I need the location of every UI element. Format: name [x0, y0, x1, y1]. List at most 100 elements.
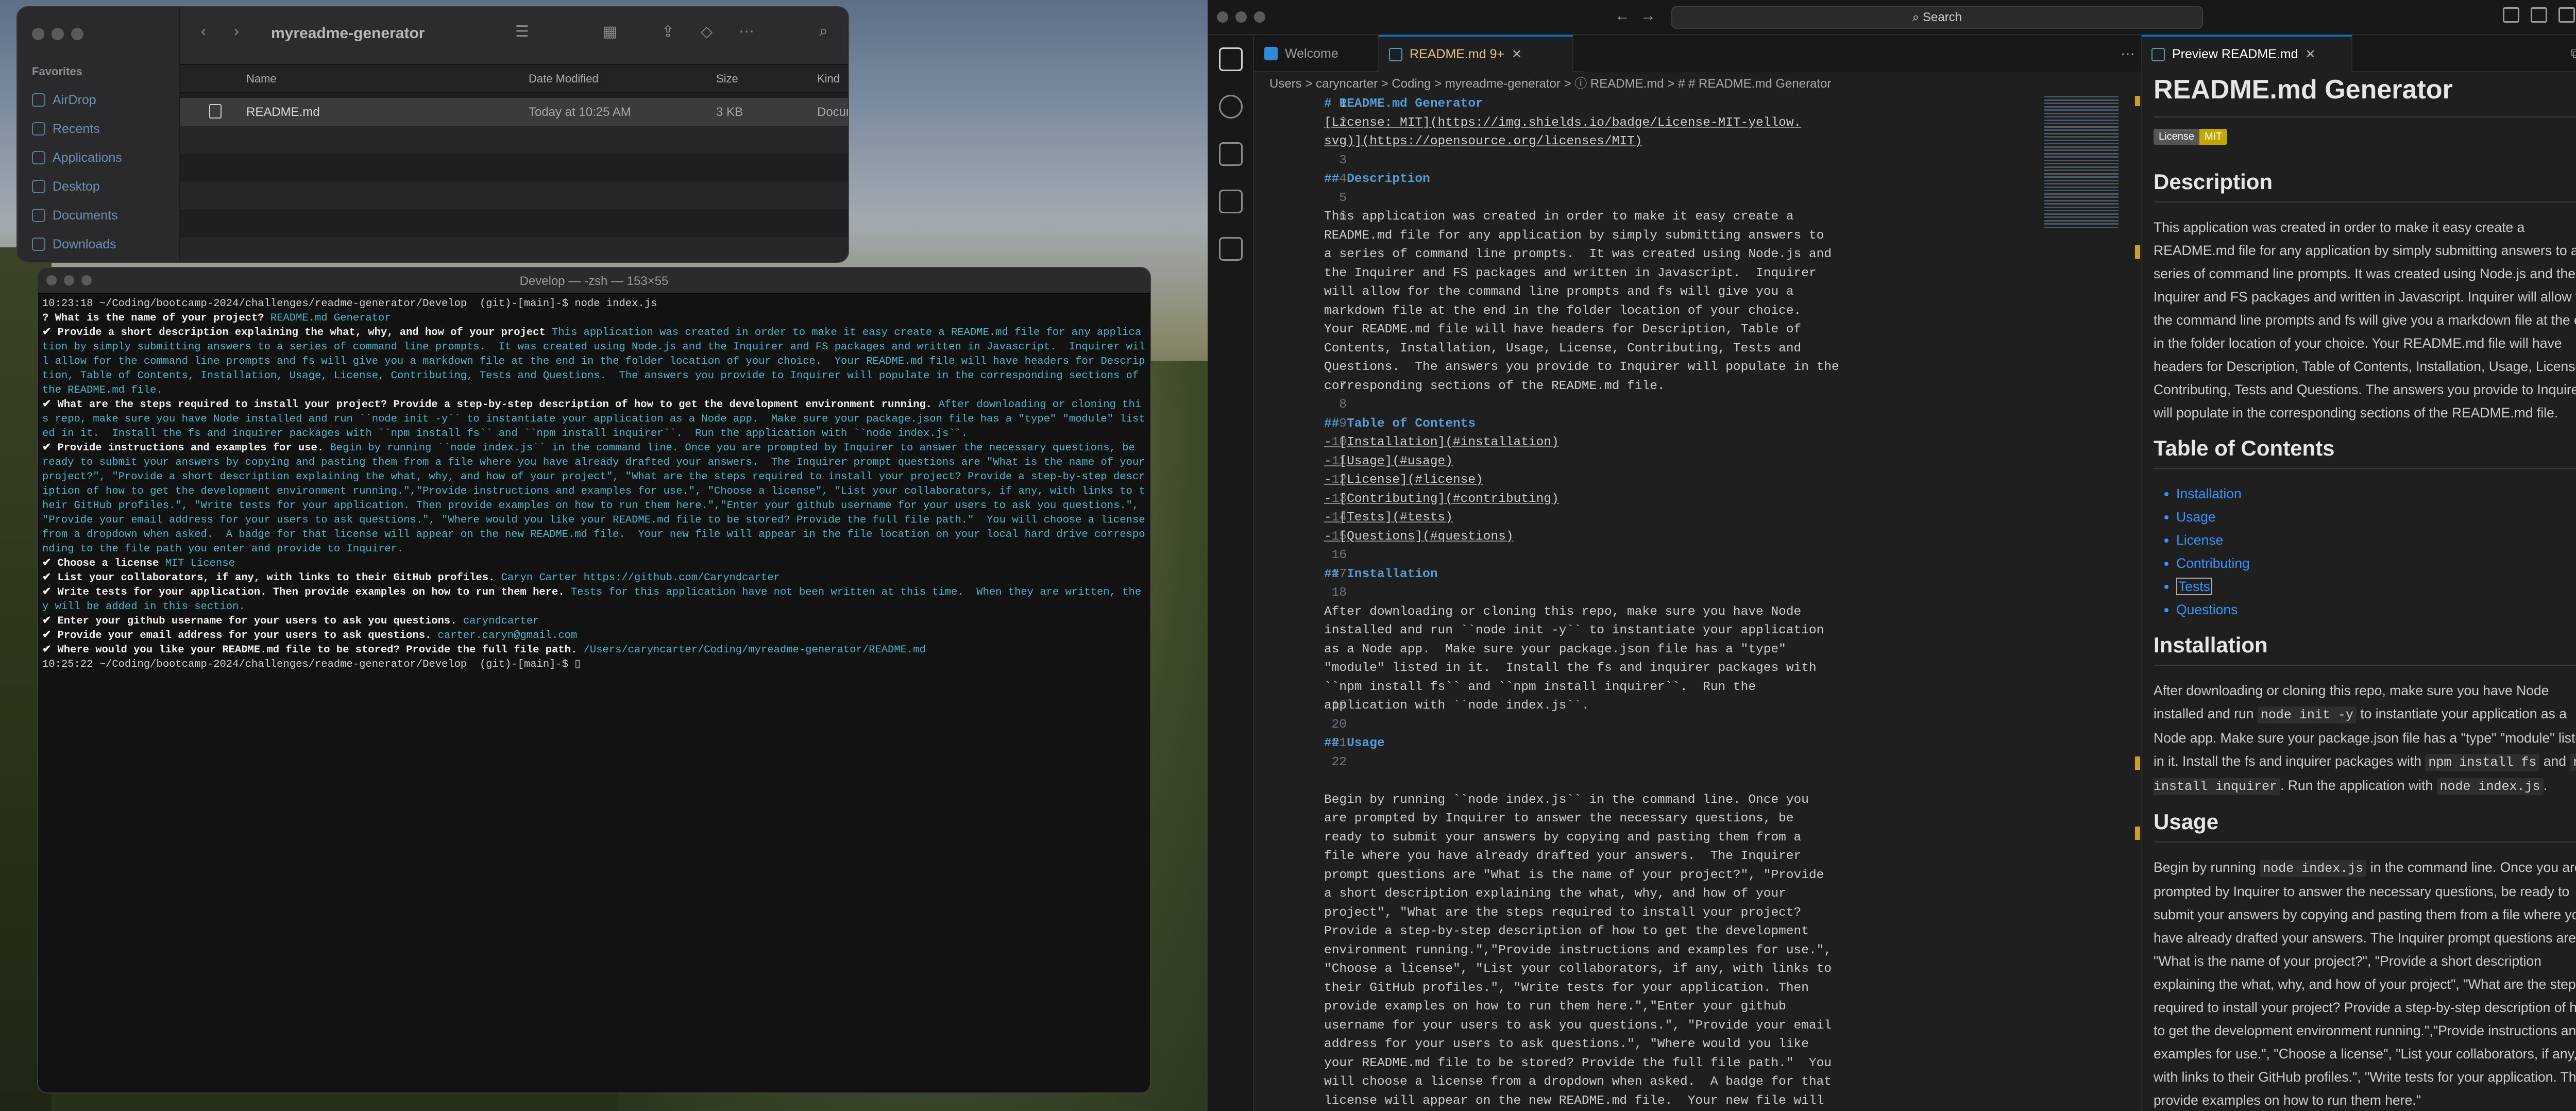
code-line: address for your users to ask questions.… — [1324, 1037, 1809, 1051]
back-icon[interactable]: ‹ — [201, 23, 206, 40]
tab-welcome[interactable]: Welcome — [1254, 35, 1379, 72]
close-window-button[interactable] — [1217, 11, 1228, 23]
search-icon[interactable] — [1219, 95, 1243, 119]
open-source-icon[interactable]: ⧉ — [2571, 45, 2576, 62]
code-line: - [Contributing](#contributing) — [1324, 492, 1559, 506]
sidebar-item-airdrop[interactable]: AirDrop — [32, 86, 122, 114]
toc-item[interactable]: License — [2176, 529, 2576, 552]
terminal-output[interactable]: 10:23:18 ~/Coding/bootcamp-2024/challeng… — [42, 297, 1146, 672]
code-line: your README.md file to be stored? Provid… — [1324, 1056, 1832, 1070]
toc-link-usage[interactable]: Usage — [2176, 509, 2216, 525]
command-center-search[interactable]: ⌕ Search — [1671, 6, 2203, 29]
preview-title: README.md Generator — [2154, 74, 2576, 117]
code-line: application with ``node index.js``. — [1324, 699, 1589, 713]
sidebar-item-label: Applications — [53, 150, 122, 165]
toc-item[interactable]: Usage — [2176, 506, 2576, 529]
toc-link-questions[interactable]: Questions — [2176, 602, 2238, 617]
toc-item[interactable]: Contributing — [2176, 552, 2576, 575]
editor-splitter[interactable] — [2141, 35, 2142, 1111]
breadcrumb[interactable]: Users > caryncarter > Coding > myreadme-… — [1269, 73, 1831, 91]
text-span: . — [2543, 778, 2547, 793]
vscode-icon — [1264, 47, 1278, 60]
text-span: and — [2543, 753, 2566, 769]
code-line: a series of command line prompts. It was… — [1324, 247, 1832, 261]
minimap[interactable] — [2044, 96, 2119, 230]
close-tab-icon[interactable]: ✕ — [2306, 47, 2316, 62]
extensions-icon[interactable] — [1219, 237, 1243, 261]
toc-item[interactable]: Questions — [2176, 598, 2576, 621]
minimize-window-button[interactable] — [52, 28, 64, 40]
toc-link-tests[interactable]: Tests — [2176, 578, 2212, 595]
file-kind: Docume — [817, 105, 848, 119]
toc-link-license[interactable]: License — [2176, 532, 2223, 548]
more-actions-icon[interactable]: ⋯ — [2121, 45, 2135, 62]
window-title: myreadme-generator — [271, 25, 425, 42]
airdrop-icon — [32, 93, 45, 107]
toggle-secondary-sidebar-icon[interactable] — [2558, 7, 2575, 23]
tab-readme[interactable]: README.md 9+ ✕ — [1379, 35, 1573, 72]
column-name[interactable]: Name — [246, 72, 277, 86]
sidebar-item-downloads[interactable]: Downloads — [32, 230, 122, 259]
sidebar-item-recents[interactable]: Recents — [32, 114, 122, 143]
tag-icon[interactable]: ◇ — [701, 23, 713, 41]
toggle-sidebar-icon[interactable] — [2503, 7, 2519, 23]
applications-icon — [32, 151, 45, 164]
editor-text[interactable]: # README.md Generator [License: MIT](http… — [1324, 95, 2018, 1111]
search-icon[interactable]: ⌕ — [819, 23, 828, 40]
close-tab-icon[interactable]: ✕ — [1512, 47, 1522, 62]
toggle-panel-icon[interactable] — [2531, 7, 2547, 23]
code-line: "module" listed in it. Install the fs an… — [1324, 661, 1817, 675]
zoom-window-button[interactable] — [71, 28, 83, 40]
toc-item[interactable]: Installation — [2176, 482, 2576, 506]
toc-link-installation[interactable]: Installation — [2176, 486, 2242, 501]
empty-row — [180, 237, 848, 262]
zoom-window-button[interactable] — [1254, 11, 1265, 23]
column-size[interactable]: Size — [716, 72, 738, 86]
source-control-icon[interactable] — [1219, 142, 1243, 166]
code-line: Questions. The answers you provide to In… — [1324, 360, 1839, 374]
code-line: # README.md Generator — [1324, 97, 1483, 111]
sidebar-item-applications[interactable]: Applications — [32, 143, 122, 172]
code-line: This application was created in order to… — [1324, 210, 1794, 224]
prompt-answer: MIT License — [165, 558, 235, 569]
prompt-question: ✔ Provide instructions and examples for … — [42, 442, 324, 454]
close-window-button[interactable] — [32, 28, 44, 40]
heading-toc: Table of Contents — [2154, 436, 2576, 469]
minimize-window-button[interactable] — [1235, 11, 1247, 23]
column-kind[interactable]: Kind — [817, 72, 840, 86]
nav-forward-icon[interactable]: → — [1640, 7, 1656, 25]
tab-preview[interactable]: Preview README.md ✕ — [2141, 35, 2352, 72]
column-date[interactable]: Date Modified — [529, 72, 599, 86]
code-line: the Inquirer and FS packages and written… — [1324, 266, 1817, 280]
sidebar-item-desktop[interactable]: Desktop — [32, 172, 122, 201]
sidebar-item-label: Recents — [53, 121, 100, 136]
nav-back-icon[interactable]: ← — [1615, 7, 1630, 25]
file-row[interactable]: README.md Today at 10:25 AM 3 KB Docume — [180, 98, 848, 126]
license-badge[interactable]: License MIT — [2154, 129, 2228, 145]
code-line: prompt questions are "What is the name o… — [1324, 868, 1824, 882]
usage-text: Begin by running node index.js in the co… — [2154, 856, 2576, 1111]
more-actions-icon[interactable]: ⋯ — [739, 23, 754, 41]
toc-item[interactable]: Tests — [2176, 575, 2576, 598]
code-line: will choose a license from a dropdown wh… — [1324, 1075, 1832, 1089]
prompt-answer: carter.caryn@gmail.com — [437, 630, 578, 642]
explorer-icon[interactable] — [1219, 47, 1243, 71]
forward-icon[interactable]: › — [234, 23, 239, 40]
terminal-window: Develop — -zsh — 153×55 10:23:18 ~/Codin… — [37, 267, 1151, 1093]
code-line: environment running.","Provide instructi… — [1324, 943, 1832, 957]
share-icon[interactable]: ⇪ — [662, 23, 674, 41]
toc-link-contributing[interactable]: Contributing — [2176, 556, 2250, 571]
group-icon[interactable]: ▦ — [603, 23, 617, 41]
prompt-line: 10:23:18 ~/Coding/bootcamp-2024/challeng… — [42, 298, 657, 310]
code-line: file where you have already drafted your… — [1324, 849, 1802, 863]
list-view-icon[interactable]: ☰ — [515, 23, 529, 41]
sidebar-item-label: Documents — [53, 208, 118, 223]
code-line: - [Usage](#usage) — [1324, 454, 1453, 468]
heading-usage: Usage — [2154, 810, 2576, 843]
sidebar-item-documents[interactable]: Documents — [32, 201, 122, 230]
desktop-icon — [32, 180, 45, 193]
run-debug-icon[interactable] — [1219, 190, 1243, 213]
code-line: markdown file at the end in the folder l… — [1324, 304, 1802, 318]
